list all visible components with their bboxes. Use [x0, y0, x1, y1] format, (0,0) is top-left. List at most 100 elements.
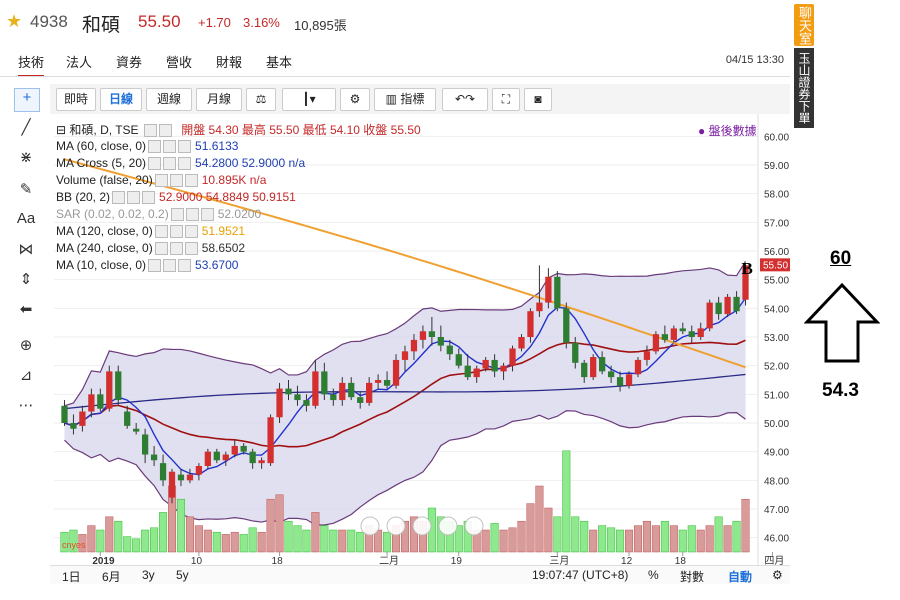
candle-body: [625, 374, 633, 386]
legend-indicator-row[interactable]: MA (60, close, 0) 51.6133: [56, 139, 238, 154]
indicator-label: MA (120, close, 0): [56, 224, 153, 238]
tab-technical[interactable]: 技術: [18, 52, 45, 77]
camera-icon[interactable]: ◙: [524, 88, 552, 111]
candle-body: [231, 445, 238, 455]
tab-margin[interactable]: 資券: [116, 52, 142, 71]
candle-body: [697, 328, 704, 337]
collapse-icon[interactable]: ⊟: [56, 123, 66, 137]
volume-bar: [275, 494, 284, 553]
more-icon[interactable]: ⋯: [14, 396, 38, 418]
candle-body: [213, 451, 220, 461]
crosshair-icon[interactable]: +: [14, 88, 40, 112]
tab-basic[interactable]: 基本: [266, 52, 292, 71]
scroll-control-icon: [360, 516, 380, 536]
range-1d[interactable]: 1日: [62, 568, 81, 585]
indicator-settings-icon[interactable]: [146, 258, 192, 273]
candle-body: [437, 337, 444, 346]
indicator-settings-icon[interactable]: [153, 173, 198, 188]
interval-weekly-button[interactable]: 週線: [146, 88, 192, 111]
y-tick-label: 47.00: [764, 505, 789, 516]
volume-bar: [176, 498, 185, 553]
interval-daily-button[interactable]: 日線: [100, 88, 142, 111]
legend-settings-icon[interactable]: [143, 124, 157, 138]
legend-indicator-row[interactable]: MA (10, close, 0) 53.6700: [56, 258, 238, 273]
volume-bar: [203, 529, 212, 553]
tab-revenue[interactable]: 營收: [166, 52, 192, 71]
range-5y[interactable]: 5y: [176, 568, 189, 582]
indicator-settings-icon[interactable]: [110, 190, 156, 205]
trade-volume: 10,895張: [294, 18, 347, 33]
tab-institutional[interactable]: 法人: [66, 52, 92, 71]
volume-bar: [481, 529, 490, 553]
legend-indicator-row[interactable]: MA (120, close, 0) 51.9521: [56, 224, 245, 239]
compare-scale-icon[interactable]: ⚖: [246, 88, 276, 111]
range-bar: 1日 6月 3y 5y 19:07:47 (UTC+8) % 對數 自動 ⚙: [50, 565, 790, 584]
volume-bar: [230, 531, 239, 553]
legend-symbol: 和碩, D, TSE: [69, 123, 139, 137]
indicator-settings-icon[interactable]: [146, 139, 192, 154]
candle-body: [392, 359, 400, 386]
indicator-settings-icon[interactable]: [169, 207, 214, 222]
brush-icon[interactable]: ✎: [14, 180, 38, 202]
volume-bar: [320, 525, 329, 553]
legend-indicator-row[interactable]: Volume (false, 20) 10.895K n/a: [56, 173, 266, 188]
text-tool-icon[interactable]: Aa: [14, 210, 38, 232]
range-3y[interactable]: 3y: [142, 568, 155, 582]
fullscreen-icon[interactable]: ⛶: [492, 88, 520, 111]
favorite-star-icon[interactable]: ★: [6, 11, 22, 32]
settings-gear-icon[interactable]: ⚙: [340, 88, 370, 111]
auto-toggle[interactable]: 自動: [728, 568, 752, 585]
candle-body: [473, 368, 480, 378]
zoom-icon[interactable]: ⊕: [14, 336, 38, 358]
chat-room-button[interactable]: 聊天室: [794, 4, 814, 46]
indicator-settings-icon[interactable]: [153, 241, 198, 256]
stock-code: 4938: [30, 12, 68, 31]
indicator-settings-icon[interactable]: [153, 224, 198, 239]
indicator-settings-icon[interactable]: [146, 156, 192, 171]
log-toggle[interactable]: 對數: [680, 568, 704, 585]
legend-settings-icon[interactable]: [158, 124, 172, 138]
settings-gear-icon[interactable]: ⚙: [772, 568, 783, 582]
y-tick-label: 57.00: [764, 218, 789, 229]
volume-bar: [562, 450, 571, 553]
y-tick-label: 49.00: [764, 448, 789, 459]
candle-body: [195, 466, 203, 475]
legend-indicator-row[interactable]: SAR (0.02, 0.02, 0.2) 52.0200: [56, 207, 261, 222]
clock: 19:07:47 (UTC+8): [532, 568, 629, 582]
volume-bar: [741, 498, 750, 553]
indicator-value: 58.6502: [201, 241, 246, 255]
chart-type-candle-icon[interactable]: ┃▾: [282, 88, 336, 111]
indicators-label: 指標: [400, 92, 425, 106]
candle-body: [150, 454, 158, 461]
ruler-icon[interactable]: ⊿: [14, 366, 38, 388]
interval-intraday-button[interactable]: 即時: [56, 88, 96, 111]
range-6m[interactable]: 6月: [102, 568, 121, 585]
volume-bar: [347, 529, 356, 553]
broker-order-button[interactable]: 玉山證券下單: [794, 48, 814, 128]
volume-bar: [571, 516, 580, 553]
pattern-tool-icon[interactable]: ⋈: [14, 240, 38, 262]
trendline-icon[interactable]: ╱: [14, 118, 38, 140]
candle-body: [491, 359, 498, 372]
volume-bar: [150, 527, 159, 553]
tab-financials[interactable]: 財報: [216, 52, 242, 71]
legend-indicator-row[interactable]: BB (20, 2) 52.9000 54.8849 50.9151: [56, 190, 296, 205]
arrow-left-icon[interactable]: ⬅: [14, 300, 38, 322]
volume-bar: [660, 520, 669, 553]
candle-body: [186, 474, 194, 481]
stock-price: 55.50: [138, 12, 181, 31]
interval-monthly-button[interactable]: 月線: [196, 88, 242, 111]
percent-toggle[interactable]: %: [648, 568, 659, 582]
measure-icon[interactable]: ⇕: [14, 270, 38, 292]
candle-body: [383, 380, 391, 386]
y-tick-label: 55.00: [764, 276, 789, 287]
undo-redo-icon[interactable]: ↶↷: [442, 88, 488, 111]
legend-indicator-row[interactable]: MA Cross (5, 20) 54.2800 52.9000 n/a: [56, 156, 305, 171]
after-hours-label[interactable]: ● 盤後數據: [698, 122, 757, 139]
candle-body: [572, 342, 579, 363]
fib-tool-icon[interactable]: ⋇: [14, 148, 38, 170]
indicators-button[interactable]: ▥ 指標: [374, 88, 436, 111]
candle-body: [222, 454, 229, 461]
y-tick-label: 53.00: [764, 333, 789, 344]
legend-indicator-row[interactable]: MA (240, close, 0) 58.6502: [56, 241, 246, 256]
